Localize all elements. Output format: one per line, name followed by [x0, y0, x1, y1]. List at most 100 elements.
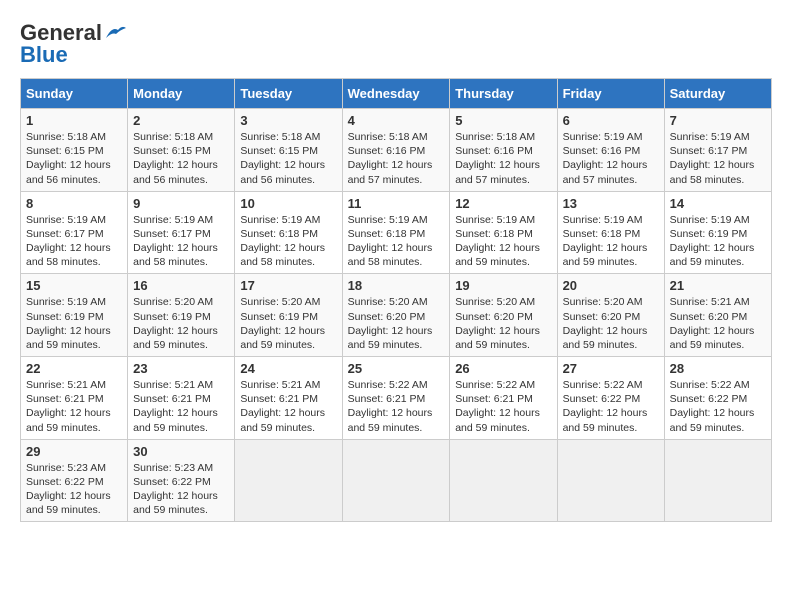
weekday-header-wednesday: Wednesday [342, 79, 450, 109]
sunrise-label: Sunrise: 5:22 AM [670, 379, 750, 391]
sunset-label: Sunset: 6:19 PM [670, 228, 748, 240]
sunrise-label: Sunrise: 5:18 AM [240, 131, 320, 143]
sunset-label: Sunset: 6:20 PM [670, 311, 748, 323]
day-number: 17 [240, 278, 336, 293]
sunset-label: Sunset: 6:15 PM [240, 145, 318, 157]
day-info: Sunrise: 5:19 AM Sunset: 6:17 PM Dayligh… [26, 213, 122, 270]
day-number: 30 [133, 444, 229, 459]
daylight-label: Daylight: 12 hours and 58 minutes. [348, 242, 433, 268]
calendar-cell: 13 Sunrise: 5:19 AM Sunset: 6:18 PM Dayl… [557, 191, 664, 274]
sunrise-label: Sunrise: 5:19 AM [670, 131, 750, 143]
calendar-cell: 3 Sunrise: 5:18 AM Sunset: 6:15 PM Dayli… [235, 109, 342, 192]
sunset-label: Sunset: 6:16 PM [348, 145, 426, 157]
calendar-cell: 17 Sunrise: 5:20 AM Sunset: 6:19 PM Dayl… [235, 274, 342, 357]
day-number: 25 [348, 361, 445, 376]
day-number: 22 [26, 361, 122, 376]
sunrise-label: Sunrise: 5:19 AM [240, 214, 320, 226]
day-number: 26 [455, 361, 551, 376]
weekday-header-row: SundayMondayTuesdayWednesdayThursdayFrid… [21, 79, 772, 109]
day-number: 15 [26, 278, 122, 293]
day-number: 14 [670, 196, 766, 211]
daylight-label: Daylight: 12 hours and 57 minutes. [563, 159, 648, 185]
day-info: Sunrise: 5:18 AM Sunset: 6:15 PM Dayligh… [133, 130, 229, 187]
sunrise-label: Sunrise: 5:20 AM [348, 296, 428, 308]
day-info: Sunrise: 5:20 AM Sunset: 6:20 PM Dayligh… [348, 295, 445, 352]
calendar-cell: 6 Sunrise: 5:19 AM Sunset: 6:16 PM Dayli… [557, 109, 664, 192]
sunset-label: Sunset: 6:18 PM [563, 228, 641, 240]
day-info: Sunrise: 5:22 AM Sunset: 6:21 PM Dayligh… [348, 378, 445, 435]
day-info: Sunrise: 5:19 AM Sunset: 6:19 PM Dayligh… [26, 295, 122, 352]
sunrise-label: Sunrise: 5:18 AM [455, 131, 535, 143]
calendar-cell: 9 Sunrise: 5:19 AM Sunset: 6:17 PM Dayli… [128, 191, 235, 274]
calendar-cell: 5 Sunrise: 5:18 AM Sunset: 6:16 PM Dayli… [450, 109, 557, 192]
sunrise-label: Sunrise: 5:22 AM [563, 379, 643, 391]
daylight-label: Daylight: 12 hours and 58 minutes. [26, 242, 111, 268]
day-number: 7 [670, 113, 766, 128]
sunrise-label: Sunrise: 5:18 AM [26, 131, 106, 143]
sunset-label: Sunset: 6:17 PM [133, 228, 211, 240]
day-info: Sunrise: 5:21 AM Sunset: 6:21 PM Dayligh… [133, 378, 229, 435]
calendar-cell: 11 Sunrise: 5:19 AM Sunset: 6:18 PM Dayl… [342, 191, 450, 274]
logo-bird-icon [104, 24, 126, 42]
calendar-cell: 24 Sunrise: 5:21 AM Sunset: 6:21 PM Dayl… [235, 357, 342, 440]
page-header: General Blue [20, 20, 772, 68]
logo-blue: Blue [20, 42, 68, 68]
sunrise-label: Sunrise: 5:20 AM [455, 296, 535, 308]
day-info: Sunrise: 5:22 AM Sunset: 6:22 PM Dayligh… [563, 378, 659, 435]
calendar-cell: 7 Sunrise: 5:19 AM Sunset: 6:17 PM Dayli… [664, 109, 771, 192]
day-number: 18 [348, 278, 445, 293]
sunset-label: Sunset: 6:19 PM [26, 311, 104, 323]
day-info: Sunrise: 5:20 AM Sunset: 6:19 PM Dayligh… [240, 295, 336, 352]
calendar-cell: 10 Sunrise: 5:19 AM Sunset: 6:18 PM Dayl… [235, 191, 342, 274]
calendar-cell: 20 Sunrise: 5:20 AM Sunset: 6:20 PM Dayl… [557, 274, 664, 357]
daylight-label: Daylight: 12 hours and 59 minutes. [26, 407, 111, 433]
sunrise-label: Sunrise: 5:19 AM [455, 214, 535, 226]
calendar-cell: 27 Sunrise: 5:22 AM Sunset: 6:22 PM Dayl… [557, 357, 664, 440]
daylight-label: Daylight: 12 hours and 59 minutes. [670, 325, 755, 351]
weekday-header-sunday: Sunday [21, 79, 128, 109]
sunset-label: Sunset: 6:21 PM [348, 393, 426, 405]
sunrise-label: Sunrise: 5:22 AM [455, 379, 535, 391]
sunrise-label: Sunrise: 5:19 AM [563, 214, 643, 226]
sunset-label: Sunset: 6:21 PM [133, 393, 211, 405]
calendar-cell [664, 439, 771, 522]
weekday-header-monday: Monday [128, 79, 235, 109]
sunset-label: Sunset: 6:18 PM [240, 228, 318, 240]
calendar-cell: 4 Sunrise: 5:18 AM Sunset: 6:16 PM Dayli… [342, 109, 450, 192]
sunset-label: Sunset: 6:18 PM [455, 228, 533, 240]
day-number: 28 [670, 361, 766, 376]
day-info: Sunrise: 5:21 AM Sunset: 6:20 PM Dayligh… [670, 295, 766, 352]
calendar-week-row: 15 Sunrise: 5:19 AM Sunset: 6:19 PM Dayl… [21, 274, 772, 357]
calendar-week-row: 1 Sunrise: 5:18 AM Sunset: 6:15 PM Dayli… [21, 109, 772, 192]
calendar-cell: 1 Sunrise: 5:18 AM Sunset: 6:15 PM Dayli… [21, 109, 128, 192]
sunset-label: Sunset: 6:19 PM [133, 311, 211, 323]
daylight-label: Daylight: 12 hours and 59 minutes. [240, 325, 325, 351]
day-number: 9 [133, 196, 229, 211]
day-info: Sunrise: 5:23 AM Sunset: 6:22 PM Dayligh… [133, 461, 229, 518]
sunrise-label: Sunrise: 5:19 AM [26, 214, 106, 226]
day-number: 24 [240, 361, 336, 376]
weekday-header-thursday: Thursday [450, 79, 557, 109]
sunset-label: Sunset: 6:15 PM [26, 145, 104, 157]
daylight-label: Daylight: 12 hours and 59 minutes. [563, 242, 648, 268]
daylight-label: Daylight: 12 hours and 59 minutes. [455, 407, 540, 433]
day-info: Sunrise: 5:19 AM Sunset: 6:18 PM Dayligh… [563, 213, 659, 270]
day-info: Sunrise: 5:19 AM Sunset: 6:18 PM Dayligh… [240, 213, 336, 270]
day-info: Sunrise: 5:19 AM Sunset: 6:16 PM Dayligh… [563, 130, 659, 187]
daylight-label: Daylight: 12 hours and 59 minutes. [26, 490, 111, 516]
sunrise-label: Sunrise: 5:19 AM [133, 214, 213, 226]
calendar-cell [235, 439, 342, 522]
weekday-header-saturday: Saturday [664, 79, 771, 109]
sunrise-label: Sunrise: 5:19 AM [348, 214, 428, 226]
daylight-label: Daylight: 12 hours and 56 minutes. [26, 159, 111, 185]
sunrise-label: Sunrise: 5:20 AM [563, 296, 643, 308]
sunset-label: Sunset: 6:19 PM [240, 311, 318, 323]
day-info: Sunrise: 5:20 AM Sunset: 6:20 PM Dayligh… [455, 295, 551, 352]
sunset-label: Sunset: 6:16 PM [455, 145, 533, 157]
day-number: 16 [133, 278, 229, 293]
sunrise-label: Sunrise: 5:21 AM [670, 296, 750, 308]
day-number: 8 [26, 196, 122, 211]
calendar-cell: 18 Sunrise: 5:20 AM Sunset: 6:20 PM Dayl… [342, 274, 450, 357]
day-number: 3 [240, 113, 336, 128]
sunrise-label: Sunrise: 5:21 AM [240, 379, 320, 391]
